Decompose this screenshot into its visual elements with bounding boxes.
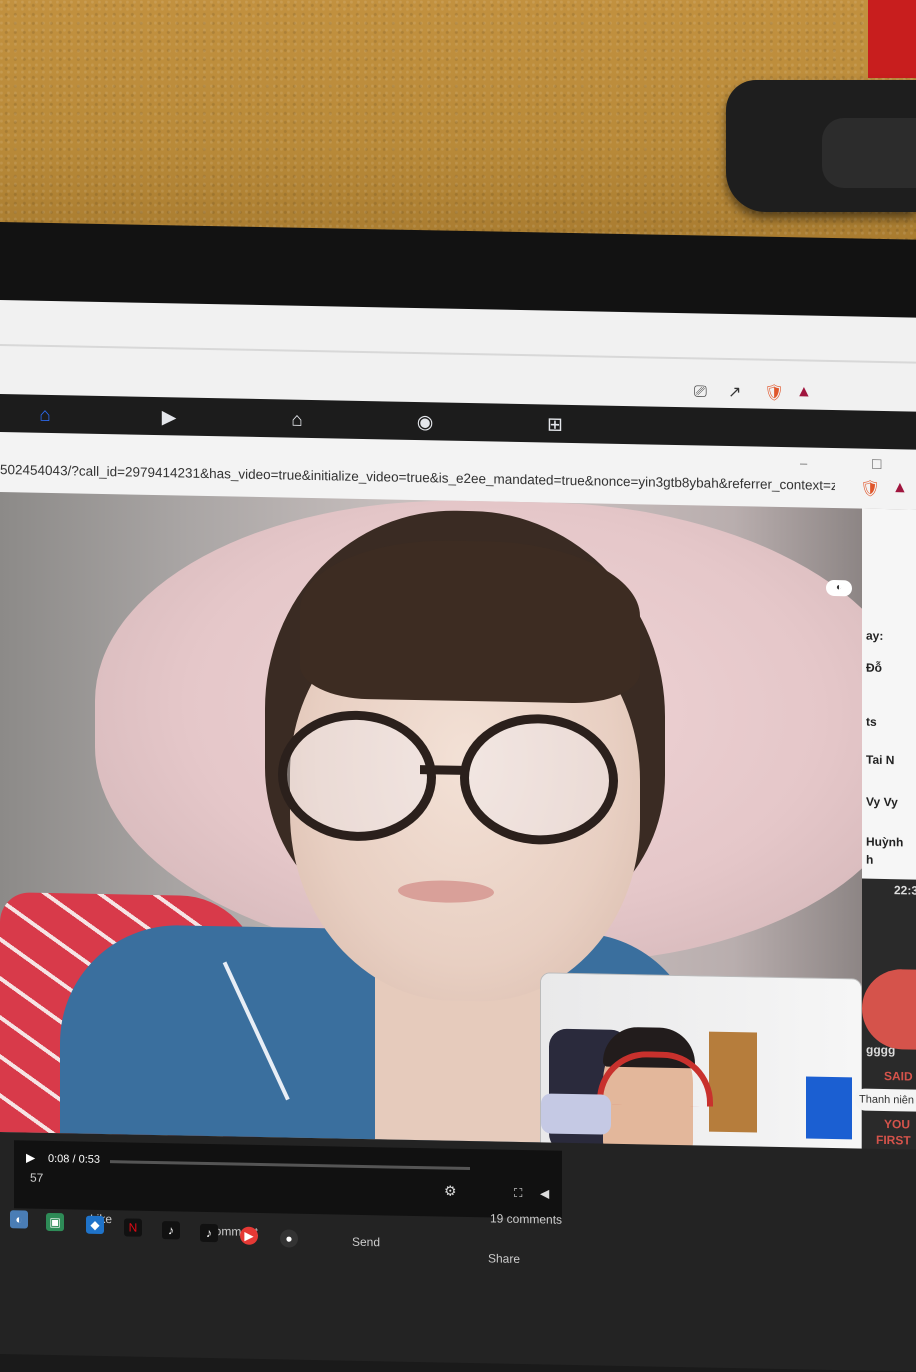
reaction-count[interactable]: 57: [30, 1171, 43, 1185]
video-icon[interactable]: ▶: [156, 405, 182, 431]
share-button[interactable]: Share: [488, 1251, 520, 1266]
play-icon[interactable]: ▶: [26, 1150, 35, 1164]
phone: [541, 1093, 611, 1135]
red-object: [868, 0, 916, 78]
brave-shield-icon[interactable]: 🛡: [860, 479, 880, 499]
chat-name: Tai N: [866, 752, 895, 768]
effects-button[interactable]: ◐: [826, 579, 852, 597]
brave-rewards-icon[interactable]: ▲: [796, 383, 812, 401]
call-popup-window: – ☐ 502454043/?call_id=2979414231&has_vi…: [0, 432, 916, 1372]
monitor-screen: ⎚ ↗ 🛡 ▲ ⌂ ▶ ⌂ ◉ ⊞ – ☐ 502454043/?call_id…: [0, 300, 916, 1372]
brave-shield-icon[interactable]: 🛡: [764, 383, 784, 403]
chat-name: Đỗ: [866, 660, 882, 675]
handwriting-text: SAID: [884, 1068, 913, 1084]
tiktok-icon[interactable]: ♪: [200, 1223, 218, 1243]
video-time: 0:08 / 0:53: [48, 1152, 100, 1166]
app-icon[interactable]: ◐: [10, 1210, 28, 1229]
vscode-icon[interactable]: ◆: [86, 1215, 104, 1234]
youtube-icon[interactable]: ▶: [240, 1226, 258, 1245]
comments-count[interactable]: 19 comments: [490, 1211, 562, 1226]
blue-monitor: [806, 1076, 852, 1140]
toolbar-divider: [0, 344, 916, 364]
chat-name: ts: [866, 714, 877, 729]
chat-name: Huỳnh: [866, 834, 904, 850]
gaming-icon[interactable]: ⊞: [542, 412, 568, 438]
window-controls[interactable]: – ☐: [800, 455, 913, 473]
netflix-icon[interactable]: N: [124, 1218, 142, 1237]
progress-bar[interactable]: [110, 1160, 470, 1171]
send-button[interactable]: Send: [352, 1235, 380, 1250]
home-icon[interactable]: ⌂: [32, 403, 58, 429]
pycharm-icon[interactable]: ▣: [46, 1212, 64, 1232]
tiktok-icon[interactable]: ♪: [162, 1221, 180, 1240]
bangs: [300, 537, 640, 705]
groups-icon[interactable]: ◉: [412, 410, 438, 436]
chat-bubble: Thanh niên: [855, 1088, 916, 1112]
settings-icon[interactable]: ⚙: [444, 1183, 457, 1200]
self-view-video[interactable]: [540, 972, 862, 1159]
chat-name: h: [866, 852, 874, 867]
github-icon[interactable]: ●: [280, 1229, 298, 1248]
brave-rewards-icon[interactable]: ▲: [892, 479, 908, 497]
cast-icon[interactable]: ⎚: [694, 383, 707, 401]
glasses-bridge: [420, 765, 464, 775]
webcam-front: [822, 118, 916, 188]
marketplace-icon[interactable]: ⌂: [284, 407, 310, 433]
handwriting-text: YOU: [884, 1116, 911, 1132]
wooden-shelf: [709, 1031, 757, 1133]
share-icon[interactable]: ↗: [728, 382, 741, 402]
chat-name: ay:: [866, 628, 884, 643]
chat-time: 22:3: [894, 883, 916, 898]
volume-icon[interactable]: ◀: [540, 1186, 549, 1200]
bottom-post-area: ▶ 0:08 / 0:53 ⚙ ⛶ ◀ 57 Like Comment Send…: [0, 1132, 916, 1372]
remote-video: ◐ •••: [0, 492, 916, 1159]
chat-name: Vy Vy: [866, 794, 898, 810]
handwriting-text: FIRST: [876, 1132, 911, 1148]
taskbar: ◐ ▣ ◆ N ♪ ♪ ▶ ●: [0, 1202, 300, 1248]
fullscreen-icon[interactable]: ⛶: [514, 1186, 522, 1201]
